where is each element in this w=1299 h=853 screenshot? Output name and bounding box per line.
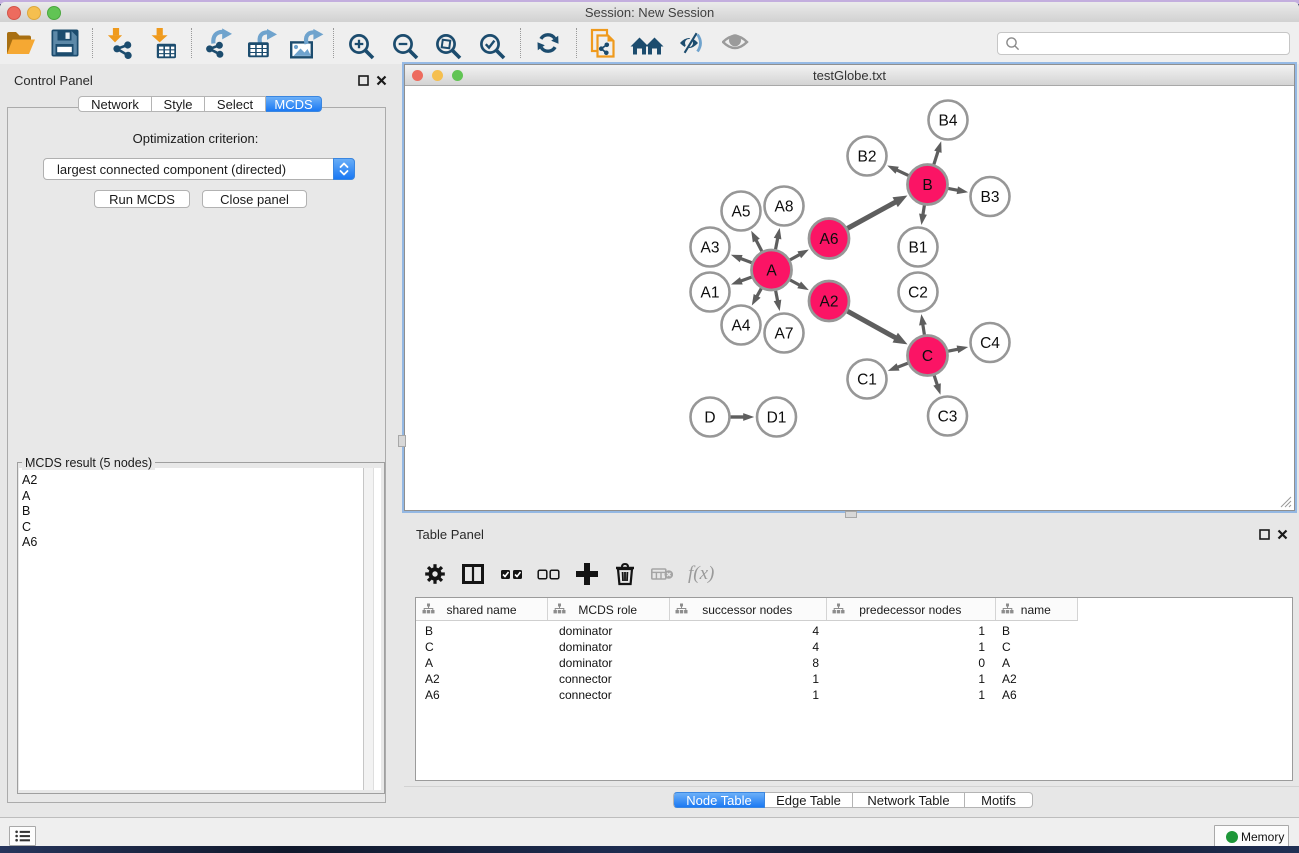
svg-text:C: C (922, 348, 933, 365)
svg-text:C2: C2 (908, 285, 928, 302)
svg-text:A6: A6 (820, 231, 839, 248)
svg-text:C4: C4 (980, 335, 1000, 352)
svg-text:A7: A7 (775, 326, 794, 343)
svg-text:B1: B1 (909, 240, 928, 257)
svg-text:B4: B4 (939, 113, 958, 130)
svg-text:A8: A8 (775, 199, 794, 216)
svg-text:B: B (922, 177, 932, 194)
svg-text:B3: B3 (981, 189, 1000, 206)
svg-text:A4: A4 (732, 318, 751, 335)
svg-text:A2: A2 (820, 294, 839, 311)
svg-text:B2: B2 (858, 149, 877, 166)
svg-text:A: A (766, 263, 777, 280)
svg-text:A1: A1 (701, 285, 720, 302)
svg-text:A5: A5 (732, 204, 751, 221)
svg-text:C3: C3 (938, 409, 958, 426)
svg-text:D1: D1 (767, 410, 787, 427)
svg-text:D: D (704, 410, 715, 427)
svg-text:A3: A3 (701, 240, 720, 257)
svg-text:C1: C1 (857, 372, 877, 389)
